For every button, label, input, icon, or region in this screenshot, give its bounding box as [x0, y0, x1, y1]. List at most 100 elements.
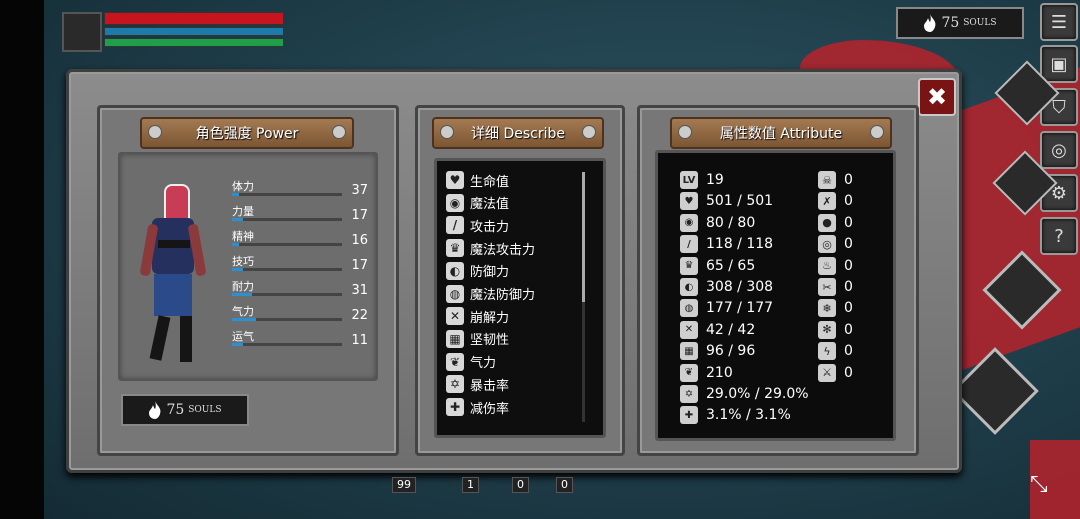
player-portrait[interactable]: [62, 12, 102, 52]
describe-item-label: 暴击率: [470, 378, 510, 394]
helmet-icon: ⛉: [1052, 96, 1066, 118]
attribute-title: 属性数值 Attribute: [719, 126, 843, 142]
screen-left-edge: [0, 0, 44, 519]
power-stat-row: 气力 22: [232, 303, 368, 327]
describe-item[interactable]: ❦ 气力: [446, 351, 496, 373]
describe-item[interactable]: ✚ 减伤率: [446, 396, 509, 418]
attribute-value: 501 / 501: [706, 193, 774, 210]
power-stat-bar: [232, 318, 342, 321]
resistance-row: ✗ 0: [818, 191, 853, 211]
power-stat-label: 气力: [232, 305, 254, 318]
drop-icon: ●: [818, 213, 836, 232]
resistance-value: 0: [844, 214, 853, 231]
power-stat-value: 31: [351, 283, 368, 298]
resistance-value: 0: [844, 343, 853, 360]
describe-item-label: 魔法攻击力: [470, 242, 536, 258]
power-stat-row: 体力 37: [232, 178, 368, 202]
describe-item-label: 魔法防御力: [470, 288, 536, 303]
power-stat-bar: [232, 268, 342, 271]
fire-icon: ♨: [818, 256, 836, 275]
power-stat-value: 11: [351, 333, 368, 348]
inventory-button[interactable]: ▣: [1040, 45, 1078, 83]
resistance-value: 0: [844, 172, 853, 188]
power-stat-row: 耐力 31: [232, 278, 368, 302]
attribute-row: ❦ 210: [680, 363, 733, 383]
power-title-plank: 角色强度 Power: [140, 117, 354, 149]
magic-attack-icon: ♛: [446, 239, 464, 258]
attribute-row: ◍ 177 / 177: [680, 298, 773, 318]
level-icon: LV: [680, 171, 698, 189]
bone-icon: ✗: [818, 192, 836, 211]
attribute-row: ✕ 42 / 42: [680, 320, 755, 340]
describe-scrollbar-thumb[interactable]: [582, 172, 585, 302]
power-stat-label: 体力: [232, 180, 254, 193]
power-stat-label: 力量: [232, 205, 254, 218]
resistance-row: ✻ 0: [818, 320, 853, 340]
break-icon: ✕: [680, 320, 698, 339]
souls-value: 75: [166, 402, 185, 418]
resistance-row: ✂ 0: [818, 277, 853, 297]
flame-icon: [149, 401, 161, 419]
hotbar-slot[interactable]: 99: [392, 477, 416, 493]
describe-item-label: 坚韧性: [470, 333, 510, 349]
describe-item-label: 气力: [470, 356, 497, 372]
describe-item[interactable]: / 攻击力: [446, 214, 509, 236]
attribute-row: ✡ 29.0% / 29.0%: [680, 384, 809, 404]
bolt-icon: [870, 125, 884, 139]
attribute-value: 308 / 308: [706, 279, 774, 295]
crit-icon: ✡: [446, 375, 464, 394]
attribute-row: ✚ 3.1% / 3.1%: [680, 405, 791, 425]
menu-button[interactable]: ☰: [1040, 3, 1078, 41]
character-model: [139, 180, 215, 365]
help-button[interactable]: ?: [1040, 217, 1078, 255]
describe-item-label: 崩解力: [470, 310, 510, 326]
sword-icon: /: [446, 216, 464, 235]
coin-icon: ◎: [1051, 139, 1067, 161]
hotbar-slot[interactable]: 0: [512, 477, 529, 493]
souls-unit: SOULS: [188, 405, 222, 415]
describe-item[interactable]: ▦ 坚韧性: [446, 328, 509, 350]
power-stat-bar-fill: [232, 193, 239, 196]
power-stat-bar-fill: [232, 243, 239, 246]
bleed-icon: ✂: [818, 278, 836, 296]
attribute-value: 96 / 96: [706, 343, 756, 360]
describe-item[interactable]: ♥ 生命值: [446, 169, 509, 191]
close-button[interactable]: ✖: [918, 78, 956, 116]
describe-item[interactable]: ✡ 暴击率: [446, 373, 509, 395]
mana-icon: ◉: [446, 193, 464, 212]
attribute-value: 3.1% / 3.1%: [706, 407, 791, 424]
heart-icon: ♥: [446, 171, 464, 189]
bolt-icon: [148, 125, 162, 139]
power-stat-bar: [232, 218, 342, 221]
describe-item[interactable]: ✕ 崩解力: [446, 305, 509, 327]
describe-item[interactable]: ◉ 魔法值: [446, 192, 509, 214]
attribute-row: / 118 / 118: [680, 234, 773, 254]
describe-item[interactable]: ♛ 魔法攻击力: [446, 237, 535, 259]
power-stat-bar: [232, 193, 342, 196]
attribute-value: 210: [706, 364, 733, 381]
power-stat-bar-fill: [232, 268, 243, 271]
describe-title: 详细 Describe: [471, 126, 565, 142]
question-icon: ?: [1054, 225, 1064, 247]
mana-bar: [104, 27, 284, 36]
player-status-bars: [104, 12, 284, 49]
bolt-icon: [440, 125, 454, 139]
describe-item[interactable]: ◍ 魔法防御力: [446, 283, 535, 305]
attribute-value: 19: [706, 172, 724, 188]
bolt-icon: [678, 125, 692, 139]
describe-item[interactable]: ◐ 防御力: [446, 260, 509, 282]
bolt-icon: [332, 125, 346, 139]
shop-button[interactable]: ◎: [1040, 131, 1078, 169]
attribute-title-plank: 属性数值 Attribute: [670, 117, 892, 149]
power-stat-row: 精神 16: [232, 228, 368, 252]
power-stat-value: 17: [351, 208, 368, 223]
hotbar-slot[interactable]: 1: [462, 477, 479, 493]
expand-icon[interactable]: ⤡: [1030, 472, 1064, 506]
power-stat-bar-fill: [232, 343, 243, 346]
power-stat-value: 16: [351, 233, 368, 248]
list-icon: ☰: [1050, 11, 1068, 33]
hotbar-slot[interactable]: 0: [556, 477, 573, 493]
bag-icon: ▣: [1050, 53, 1068, 75]
magic-shield-icon: ◍: [446, 284, 464, 303]
souls-unit: SOULS: [963, 18, 997, 28]
